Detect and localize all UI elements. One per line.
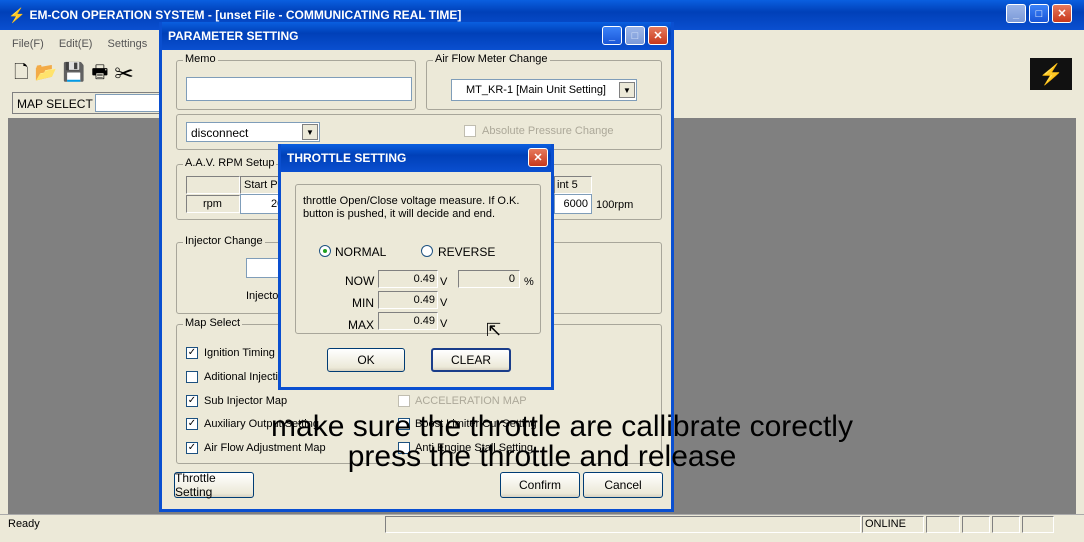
- chevron-down-icon[interactable]: ▼: [302, 124, 318, 140]
- cancel-button[interactable]: Cancel: [583, 472, 663, 498]
- status-pane-2: [926, 516, 960, 533]
- min-volt-unit: V: [440, 297, 448, 309]
- now-value-box: 0.49: [378, 270, 438, 288]
- injector-label: Injector Change: [183, 235, 265, 247]
- cut-icon[interactable]: ✂: [114, 62, 139, 82]
- now-volt-unit: V: [440, 276, 448, 288]
- min-label: MIN: [352, 296, 374, 310]
- status-online: ONLINE: [865, 518, 906, 530]
- print-icon[interactable]: 🖶: [91, 62, 114, 82]
- menu-settings[interactable]: Settings: [108, 38, 148, 50]
- afm-value: MT_KR-1 [Main Unit Setting]: [466, 84, 606, 96]
- map-label-ignition: Ignition Timing: [204, 347, 275, 359]
- reverse-radio[interactable]: [421, 245, 433, 257]
- map-checkbox-ignition[interactable]: ✓: [186, 347, 198, 359]
- app-logo-icon: ⚡: [8, 6, 26, 23]
- main-minimize-button[interactable]: _: [1006, 4, 1026, 23]
- map-select-label: MAP SELECT: [17, 97, 93, 111]
- map-checkbox-acceleration[interactable]: [398, 395, 410, 407]
- min-value-box: 0.49: [378, 291, 438, 309]
- abs-pressure-checkbox[interactable]: [464, 125, 476, 137]
- afm-select[interactable]: MT_KR-1 [Main Unit Setting] ▼: [451, 79, 637, 101]
- map-select-field[interactable]: [95, 94, 161, 112]
- aav-point5-label: int 5: [557, 179, 578, 191]
- param-title: PARAMETER SETTING: [168, 29, 299, 43]
- main-close-button[interactable]: ✕: [1052, 4, 1072, 23]
- caption-line-2: press the throttle and release: [347, 440, 737, 473]
- new-file-icon[interactable]: 🗋: [14, 62, 34, 82]
- toolbar: 🗋📂💾🖶✂: [14, 60, 139, 90]
- open-folder-icon[interactable]: 📂: [34, 62, 62, 82]
- param-maximize-button[interactable]: □: [625, 26, 645, 45]
- memo-input[interactable]: [186, 77, 412, 101]
- min-value: 0.49: [413, 294, 435, 306]
- main-title: EM-CON OPERATION SYSTEM - [unset File - …: [29, 8, 462, 22]
- memo-label: Memo: [183, 53, 218, 65]
- aav-point5-header: int 5: [554, 176, 592, 194]
- pct-value: 0: [508, 273, 515, 285]
- map-label-sub-injector: Sub Injector Map: [204, 395, 288, 407]
- clear-button[interactable]: CLEAR: [431, 348, 511, 372]
- max-value: 0.49: [413, 315, 435, 327]
- chevron-down-icon[interactable]: ▼: [619, 82, 635, 98]
- throttle-description: throttle Open/Close voltage measure. If …: [303, 195, 520, 220]
- pct-unit: %: [524, 276, 534, 288]
- status-pane-4: [992, 516, 1020, 533]
- ok-button[interactable]: OK: [327, 348, 405, 372]
- map-select-bar: MAP SELECT: [12, 92, 162, 114]
- aav-rpm-last[interactable]: 6000: [554, 194, 592, 214]
- param-minimize-button[interactable]: _: [602, 26, 622, 45]
- aav-label: A.A.V. RPM Setup: [183, 157, 277, 169]
- max-value-box: 0.49: [378, 312, 438, 330]
- connection-select[interactable]: disconnect ▼: [186, 122, 320, 142]
- status-pane-5: [1022, 516, 1054, 533]
- throttle-titlebar: THROTTLE SETTING: [281, 144, 551, 172]
- aav-rpm-header: rpm: [186, 195, 240, 213]
- aav-corner: [186, 176, 240, 194]
- main-maximize-button[interactable]: □: [1029, 4, 1049, 23]
- status-online-pane: ONLINE: [862, 516, 924, 533]
- max-volt-unit: V: [440, 318, 448, 330]
- map-select-group-label: Map Select: [183, 317, 243, 329]
- throttle-close-button[interactable]: ✕: [528, 148, 548, 167]
- aav-rpm-label: rpm: [203, 198, 222, 210]
- memo-group: Memo: [176, 53, 416, 110]
- pct-value-box: 0: [458, 270, 520, 288]
- caption-line-1: make sure the throttle are callibrate co…: [271, 410, 853, 443]
- save-icon[interactable]: 💾: [63, 62, 91, 82]
- map-label-acceleration: ACCELERATION MAP: [415, 395, 527, 407]
- now-label: NOW: [345, 274, 375, 288]
- normal-label: NORMAL: [335, 245, 387, 259]
- menu-file[interactable]: File(F): [12, 38, 44, 50]
- confirm-button[interactable]: Confirm: [500, 472, 580, 498]
- reverse-label: REVERSE: [438, 245, 496, 259]
- status-pane-3: [962, 516, 990, 533]
- map-label-aditional: Aditional Injectio: [204, 371, 285, 383]
- status-pane: [385, 516, 861, 533]
- map-checkbox-sub-injector[interactable]: ✓: [186, 395, 198, 407]
- afm-label: Air Flow Meter Change: [433, 53, 550, 65]
- throttle-setting-button[interactable]: Throttle Setting: [174, 471, 254, 499]
- map-checkbox-aditional[interactable]: [186, 371, 198, 383]
- param-titlebar: PARAMETER SETTING: [162, 22, 671, 50]
- menu-edit[interactable]: Edit(E): [59, 38, 93, 50]
- connection-value: disconnect: [191, 126, 249, 140]
- throttle-dialog: THROTTLE SETTING ✕ throttle Open/Close v…: [278, 144, 554, 390]
- injector-input[interactable]: [246, 258, 282, 278]
- abs-pressure-label: Absolute Pressure Change: [482, 125, 614, 137]
- normal-radio[interactable]: [319, 245, 331, 257]
- now-value: 0.49: [413, 273, 435, 285]
- throttle-title: THROTTLE SETTING: [287, 151, 407, 165]
- injector-sub-label: Injecto: [246, 290, 279, 302]
- status-ready: Ready: [8, 518, 40, 530]
- aav-rpm-unit: 100rpm: [596, 199, 634, 211]
- menu-bar: File(F) Edit(E) Settings: [12, 38, 159, 50]
- param-close-button[interactable]: ✕: [648, 26, 668, 45]
- afm-group: Air Flow Meter Change MT_KR-1 [Main Unit…: [426, 53, 662, 110]
- max-label: MAX: [348, 318, 375, 332]
- mouse-cursor-icon: ⇱: [486, 320, 502, 340]
- aav-rpm-last-value: 6000: [563, 198, 588, 210]
- brand-logo-icon: ⚡: [1030, 58, 1072, 90]
- status-bar: Ready ONLINE: [0, 514, 1084, 534]
